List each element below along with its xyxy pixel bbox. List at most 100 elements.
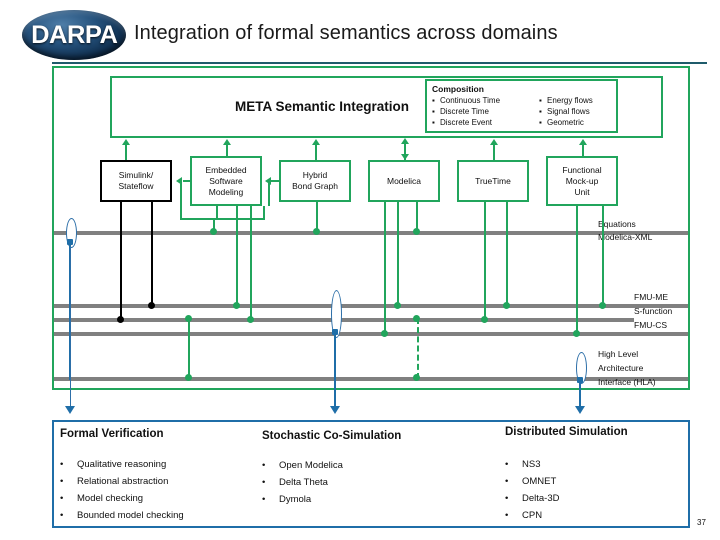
- arrow-down-icon: [330, 406, 340, 414]
- arrow-up-icon: [312, 139, 320, 145]
- arrow-down-icon: [575, 406, 585, 414]
- bus-label-hla-line2: Architecture: [598, 363, 644, 373]
- list-item: • Delta Theta: [262, 477, 328, 488]
- tool-box-hybrid-bond-graph[interactable]: Hybrid Bond Graph: [279, 160, 351, 202]
- wire-embedded-to-s-function: [250, 206, 252, 322]
- tool-label: Hybrid Bond Graph: [292, 170, 338, 191]
- bus-label-modelica-xml: Modelica-XML: [598, 232, 653, 242]
- junction-dot: [573, 330, 580, 337]
- list-item: • Bounded model checking: [60, 510, 184, 521]
- list-item: • Open Modelica: [262, 460, 343, 471]
- arrow-up-icon: [490, 139, 498, 145]
- junction-dot: [233, 302, 240, 309]
- bus-label-hla-line1: High Level: [598, 349, 639, 359]
- wire-formal-verification-thin: [70, 246, 71, 412]
- list-item: • Relational abstraction: [60, 476, 169, 487]
- arrow-up-icon: [122, 139, 130, 145]
- wire-stochastic-cosim-main: [334, 330, 336, 412]
- wire-hybrid-to-embedded: [271, 180, 280, 182]
- wire-embedded-to-simulink: [183, 180, 191, 182]
- junction-dot: [394, 302, 401, 309]
- arrow-up-icon: [579, 139, 587, 145]
- list-item: • CPN: [505, 510, 543, 521]
- wire-hybridbond-to-meta: [315, 144, 317, 160]
- tool-label: Modelica: [386, 175, 422, 186]
- column-heading-formal-verification: Formal Verification: [60, 428, 164, 440]
- wire-s-function-to-hla: [188, 318, 190, 379]
- wire-modelica-dashed-to-hla: [417, 318, 419, 379]
- bus-hla: [54, 377, 688, 381]
- junction-dot: [210, 228, 217, 235]
- wire-truetime-to-meta: [493, 144, 495, 160]
- column-list-formal-verification: • Qualitative reasoning • Relational abstr…: [60, 456, 260, 524]
- column-list-distributed-simulation: • NS3 • OMNET • Delta-3D • CPN: [505, 456, 685, 524]
- tool-box-simulink-stateflow[interactable]: Simulink/ Stateflow: [100, 160, 172, 202]
- tool-box-truetime[interactable]: TrueTime: [457, 160, 529, 202]
- composition-item: ▪ Discrete Time: [432, 107, 489, 116]
- tool-label: TrueTime: [475, 175, 511, 186]
- arrow-down-icon: [65, 406, 75, 414]
- composition-item: ▪ Discrete Event: [432, 118, 493, 127]
- junction-dot: [313, 228, 320, 235]
- wire-modelica-to-fmu-cs: [384, 202, 386, 336]
- bus-label-hla-line3: Interface (HLA): [598, 377, 656, 387]
- bus-label-fmu-me: FMU-ME: [634, 292, 668, 302]
- title-divider: [52, 62, 707, 64]
- composition-item: ▪ Energy flows: [539, 96, 593, 105]
- wire-truetime-to-s-function: [484, 202, 486, 322]
- bus-equations: [54, 231, 688, 235]
- composition-item: ▪ Continuous Time: [432, 96, 501, 105]
- junction-dot: [413, 374, 420, 381]
- bus-fmu-cs: [54, 332, 688, 336]
- tool-box-modelica[interactable]: Modelica: [368, 160, 440, 202]
- wire-modelica-to-fmu-me: [397, 202, 399, 308]
- darpa-logo-text: DARPA: [30, 20, 118, 49]
- junction-dot: [247, 316, 254, 323]
- bus-s-function: [54, 318, 634, 322]
- wire-fmu-to-fmu-cs: [576, 206, 578, 336]
- composition-item: ▪ Geometric: [539, 118, 584, 127]
- page-title: Integration of formal semantics across d…: [134, 22, 558, 44]
- column-list-stochastic-cosimulation: • Open Modelica • Delta Theta • Dymola: [262, 457, 452, 508]
- list-item: • Delta-3D: [505, 493, 560, 504]
- junction-dot: [413, 315, 420, 322]
- wire-simulink-to-meta: [125, 144, 127, 160]
- junction-dot: [381, 330, 388, 337]
- arrow-up-icon: [223, 139, 231, 145]
- tool-box-functional-mockup-unit[interactable]: Functional Mock-up Unit: [546, 156, 618, 206]
- junction-dot: [117, 316, 124, 323]
- wire-fmu-to-fmu-me: [602, 206, 604, 308]
- wire-hybrid-loopback-up: [268, 180, 270, 206]
- composition-item: ▪ Signal flows: [539, 107, 590, 116]
- wire-embedded-loopback-up: [180, 180, 182, 220]
- list-item: • Qualitative reasoning: [60, 459, 167, 470]
- arrow-up-icon: [401, 138, 409, 144]
- list-item: • Dymola: [262, 494, 312, 505]
- junction-dot: [67, 239, 73, 245]
- list-item: • OMNET: [505, 476, 557, 487]
- junction-dot: [332, 329, 338, 335]
- wire-simulink-to-s-function: [120, 202, 122, 317]
- tool-label: Embedded Software Modeling: [205, 164, 247, 197]
- tool-label: Simulink/ Stateflow: [118, 170, 154, 191]
- junction-dot: [503, 302, 510, 309]
- bus-label-fmu-cs: FMU-CS: [634, 320, 668, 330]
- wire-truetime-to-fmu-me: [506, 202, 508, 308]
- junction-dot: [481, 316, 488, 323]
- junction-dot: [599, 302, 606, 309]
- composition-box: Composition ▪ Continuous Time ▪ Discrete T…: [425, 79, 618, 133]
- wire-embedded-to-fmu-me: [236, 206, 238, 308]
- darpa-logo: DARPA: [22, 10, 126, 60]
- wire-hybrid-loopback-across: [218, 218, 264, 220]
- column-heading-distributed-simulation: Distributed Simulation: [505, 426, 628, 438]
- composition-title: Composition: [432, 84, 484, 94]
- list-item: • Model checking: [60, 493, 144, 504]
- list-item: • NS3: [505, 459, 541, 470]
- tool-label: Functional Mock-up Unit: [562, 164, 602, 197]
- wire-simulink-to-fmu-me: [151, 202, 153, 303]
- column-heading-stochastic-cosimulation: Stochastic Co-Simulation: [262, 430, 402, 442]
- bus-label-s-function: S-function: [634, 306, 673, 316]
- junction-dot: [577, 377, 583, 383]
- tool-box-embedded-software-modeling[interactable]: Embedded Software Modeling: [190, 156, 262, 206]
- junction-dot: [185, 315, 192, 322]
